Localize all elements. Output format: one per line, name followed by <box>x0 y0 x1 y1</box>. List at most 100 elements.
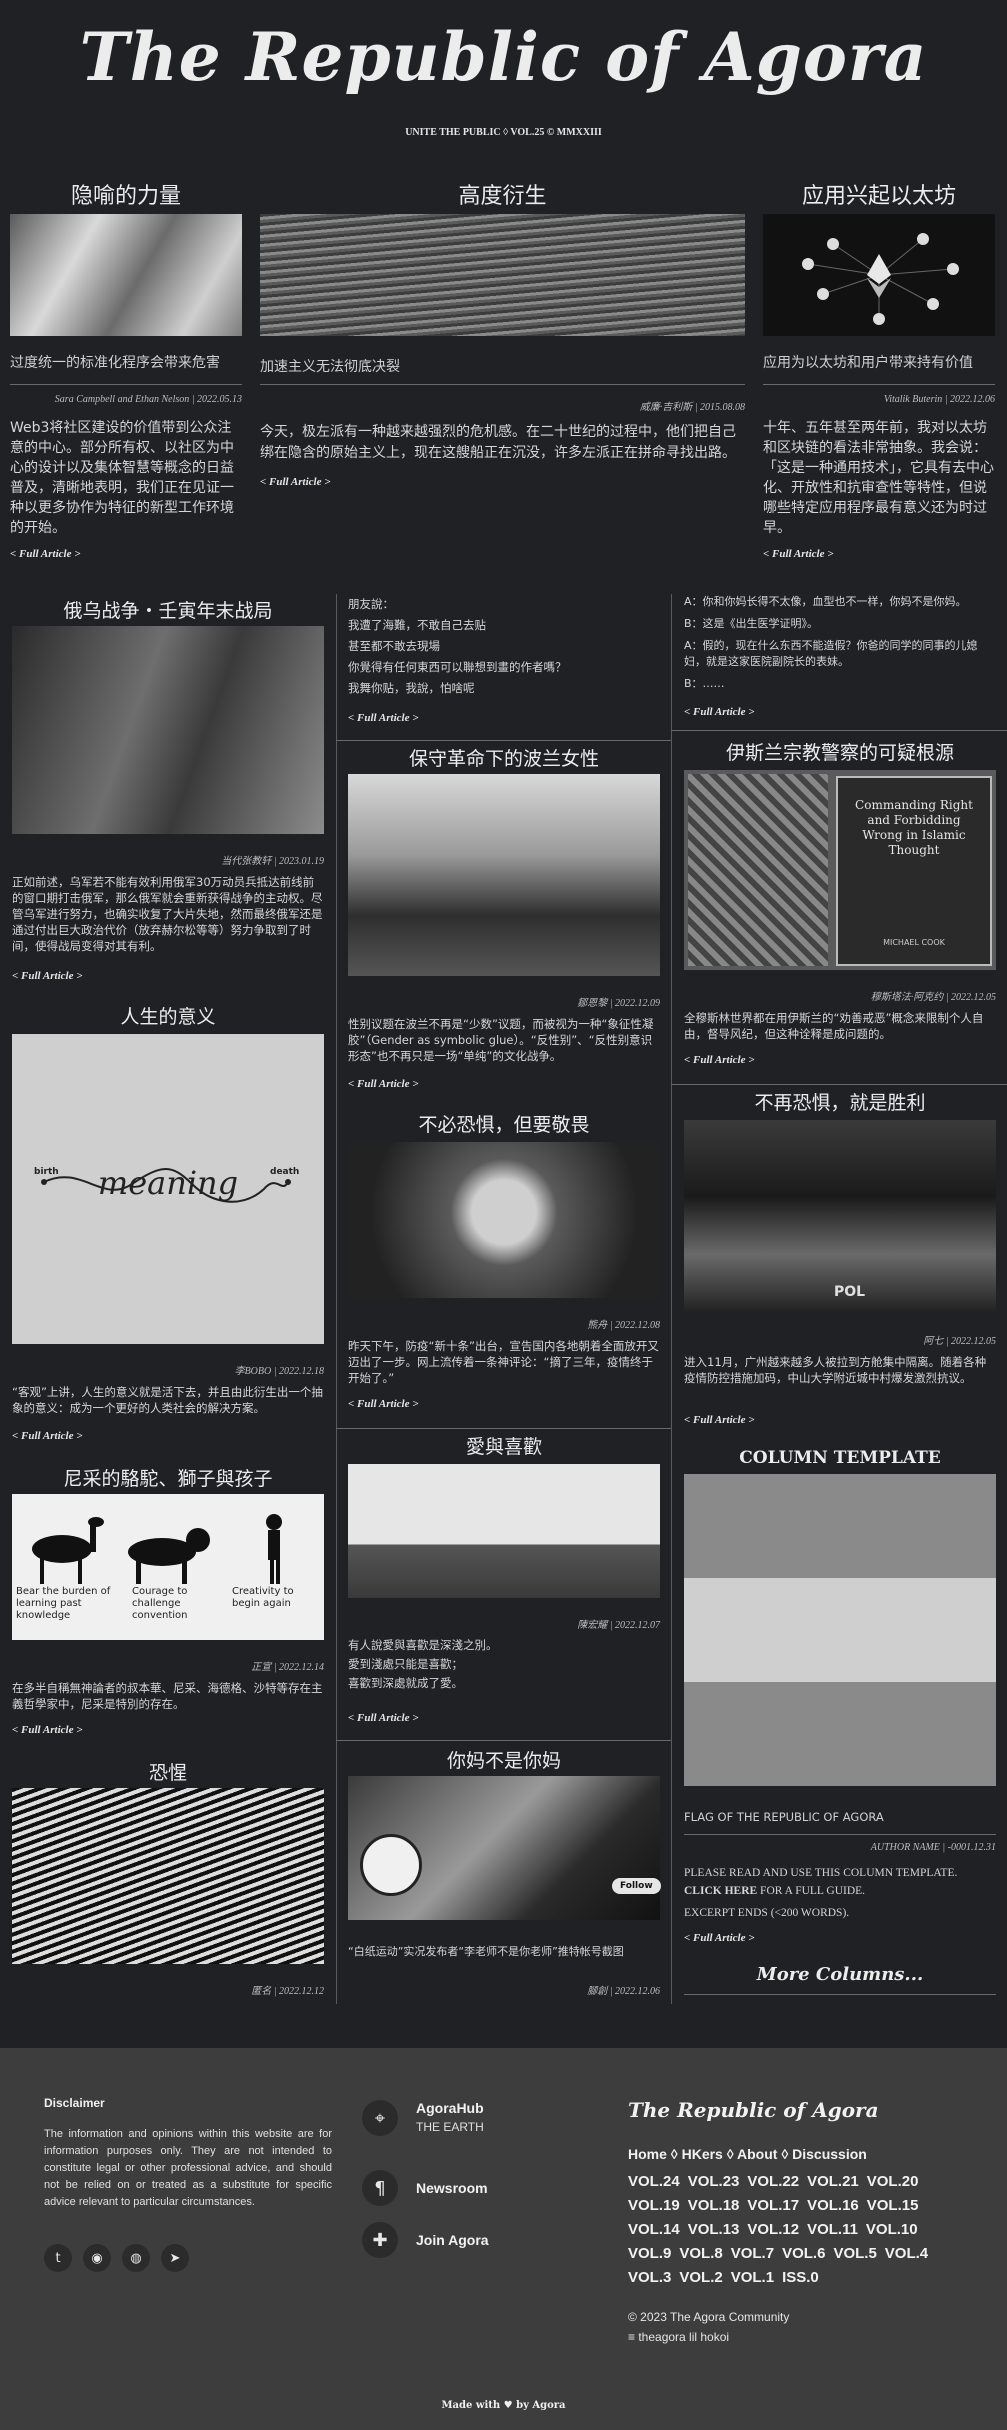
volume-link[interactable]: VOL.7 <box>731 2242 774 2266</box>
col3-article-3-heading[interactable]: 不再恐惧，就是胜利 <box>684 1088 996 1115</box>
volume-link[interactable]: VOL.10 <box>866 2218 918 2242</box>
divider <box>763 384 995 385</box>
avatar <box>360 1834 422 1896</box>
top-article-1-full-link[interactable]: < Full Article > <box>10 548 81 560</box>
top-article-2-heading[interactable]: 高度衍生 <box>260 178 745 210</box>
follow-button[interactable]: Follow <box>612 1878 661 1894</box>
col1-article-1-full-link[interactable]: < Full Article > <box>12 970 83 982</box>
col1-article-4-image[interactable] <box>12 1788 324 1964</box>
volume-link[interactable]: VOL.19 <box>628 2194 680 2218</box>
volume-link[interactable]: VOL.9 <box>628 2242 671 2266</box>
volume-link[interactable]: VOL.5 <box>833 2242 876 2266</box>
col3-article-3-image[interactable]: POL <box>684 1120 996 1312</box>
volume-link[interactable]: VOL.6 <box>782 2242 825 2266</box>
col2-article-2-full-link[interactable]: < Full Article > <box>348 1078 419 1090</box>
join-agora-link[interactable]: Join Agora <box>416 2232 489 2248</box>
col3-template-heading[interactable]: COLUMN TEMPLATE <box>684 1448 996 1468</box>
click-here-link[interactable]: CLICK HERE <box>684 1885 757 1897</box>
col1-article-1-heading[interactable]: 俄乌战争・壬寅年末战局 <box>12 596 324 623</box>
volume-link[interactable]: VOL.11 <box>807 2218 858 2242</box>
volume-link[interactable]: VOL.2 <box>679 2266 722 2290</box>
volume-link[interactable]: VOL.21 <box>807 2170 859 2194</box>
col1-article-2-heading[interactable]: 人生的意义 <box>12 1002 324 1029</box>
top-article-2-full-link[interactable]: < Full Article > <box>260 476 331 488</box>
col3-article-1-full-link[interactable]: < Full Article > <box>684 706 755 718</box>
fig-lion-label: Courage to challenge convention <box>132 1586 188 1621</box>
volume-link[interactable]: VOL.22 <box>747 2170 799 2194</box>
col1-article-2-meta: 李BOBO | 2022.12.18 <box>234 1366 324 1377</box>
github-icon[interactable]: ◉ <box>83 2244 111 2272</box>
col1-article-3-full-link[interactable]: < Full Article > <box>12 1724 83 1736</box>
more-columns-link[interactable]: More Columns... <box>684 1964 996 1985</box>
col2-article-3-full-link[interactable]: < Full Article > <box>348 1398 419 1410</box>
volume-link[interactable]: VOL.18 <box>688 2194 740 2218</box>
top-article-1-image[interactable] <box>10 214 242 336</box>
col2-article-4-image[interactable] <box>348 1464 660 1598</box>
volume-link[interactable]: VOL.3 <box>628 2266 671 2290</box>
newsroom-link[interactable]: Newsroom <box>416 2180 488 2196</box>
col1-article-2-full-link[interactable]: < Full Article > <box>12 1430 83 1442</box>
location-pin-icon: ⌖ <box>362 2100 398 2136</box>
masthead-subtitle: UNITE THE PUBLIC ◊ VOL.25 © MMXXIII <box>405 127 602 138</box>
col3-article-3-full-link[interactable]: < Full Article > <box>684 1414 755 1426</box>
book-title: Commanding Right and Forbidding Wrong in… <box>855 798 973 857</box>
volume-link[interactable]: ISS.0 <box>782 2266 819 2290</box>
col2-article-5-image[interactable]: Follow <box>348 1776 661 1920</box>
volume-link[interactable]: VOL.17 <box>747 2194 799 2218</box>
top-article-1-heading[interactable]: 隐喻的力量 <box>10 178 242 210</box>
col2-article-5-heading[interactable]: 你妈不是你妈 <box>348 1746 660 1773</box>
col1-article-3-meta: 正宣 | 2022.12.14 <box>251 1662 324 1673</box>
col2-article-2-heading[interactable]: 保守革命下的波兰女性 <box>348 744 660 771</box>
telegram-icon[interactable]: ➤ <box>161 2244 189 2272</box>
masthead-title[interactable]: The Republic of Agora <box>0 18 1007 96</box>
volume-link[interactable]: VOL.16 <box>807 2194 859 2218</box>
volume-link[interactable]: VOL.13 <box>688 2218 740 2242</box>
volume-link[interactable]: VOL.12 <box>747 2218 799 2242</box>
volume-link[interactable]: VOL.23 <box>688 2170 740 2194</box>
reddit-icon[interactable]: ◍ <box>122 2244 150 2272</box>
volume-link[interactable]: VOL.14 <box>628 2218 680 2242</box>
top-article-3-full-link[interactable]: < Full Article > <box>763 548 834 560</box>
volume-link[interactable]: VOL.24 <box>628 2170 680 2194</box>
twitter-icon[interactable]: t <box>44 2244 72 2272</box>
camel-lion-child-illustration: Bear the burden of learning past knowled… <box>16 1514 294 1621</box>
excerpt-line: 愛到淺處只能是喜歡； <box>348 1657 463 1671</box>
col2-article-4-full-link[interactable]: < Full Article > <box>348 1712 419 1724</box>
col1-article-1-image[interactable] <box>12 626 324 834</box>
col2-article-3-image[interactable] <box>348 1142 660 1298</box>
col1-article-4-heading[interactable]: 恐惺 <box>12 1758 324 1785</box>
fig-child-label: Creativity to begin again <box>232 1586 294 1609</box>
book-cover: Commanding Right and Forbidding Wrong in… <box>836 776 992 966</box>
copyright: © 2023 The Agora Community <box>628 2310 790 2324</box>
agorahub-link[interactable]: AgoraHub <box>416 2100 484 2116</box>
ornament-panel <box>688 774 828 966</box>
fig-camel-label: Bear the burden of learning past knowled… <box>16 1586 111 1621</box>
volume-link[interactable]: VOL.15 <box>867 2194 919 2218</box>
col1-article-2-image[interactable]: birth death meaning <box>12 1034 324 1344</box>
col1-article-3-heading[interactable]: 尼采的駱駝、獅子與孩子 <box>12 1464 324 1491</box>
top-article-3-image[interactable] <box>763 214 995 336</box>
top-article-3-caption: 应用为以太坊和用户带来持有价值 <box>763 355 973 371</box>
col2-article-1-full-link[interactable]: < Full Article > <box>348 712 419 724</box>
top-article-2-image[interactable] <box>260 214 745 336</box>
col1-article-3-excerpt: 在多半自稱無神論者的叔本華、尼采、海德格、沙特等存在主義哲學家中，尼采是特別的存… <box>12 1681 323 1711</box>
dialogue-line: A：你和你妈长得不太像，血型也不一样，你妈不是你妈。 <box>684 595 967 608</box>
footer-brand[interactable]: The Republic of Agora <box>628 2098 879 2122</box>
col1-article-3-image[interactable]: Bear the burden of learning past knowled… <box>12 1494 324 1640</box>
col3-article-2-heading[interactable]: 伊斯兰宗教警察的可疑根源 <box>684 738 996 765</box>
volume-link[interactable]: VOL.4 <box>885 2242 928 2266</box>
flag-stripe-middle <box>684 1578 996 1682</box>
col3-template-full-link[interactable]: < Full Article > <box>684 1932 755 1944</box>
footer-nav[interactable]: Home ◊ HKers ◊ About ◊ Discussion <box>628 2146 867 2162</box>
top-article-3-heading[interactable]: 应用兴起以太坊 <box>763 178 995 210</box>
col2-article-2-image[interactable] <box>348 774 660 976</box>
volume-link[interactable]: VOL.20 <box>867 2170 919 2194</box>
col2-article-3-heading[interactable]: 不必恐惧，但要敬畏 <box>348 1110 660 1137</box>
volume-link[interactable]: VOL.8 <box>679 2242 722 2266</box>
col3-article-2-full-link[interactable]: < Full Article > <box>684 1054 755 1066</box>
col3-article-2-image[interactable]: Commanding Right and Forbidding Wrong in… <box>684 770 996 970</box>
col2-article-4-heading[interactable]: 愛與喜歡 <box>348 1432 660 1459</box>
disclaimer-text: The information and opinions within this… <box>44 2128 332 2208</box>
footer-motto[interactable]: ≡ theagora lil hokoi <box>628 2330 729 2344</box>
volume-link[interactable]: VOL.1 <box>731 2266 774 2290</box>
